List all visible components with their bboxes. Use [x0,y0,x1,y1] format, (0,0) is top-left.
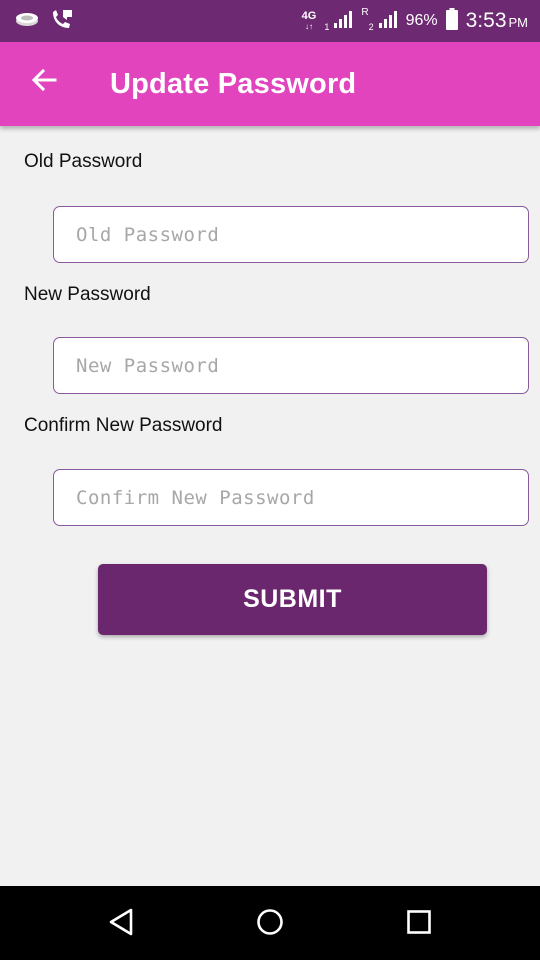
status-bar: 4G ↓↑ 1 R 2 96% 3:53 PM [0,0,540,42]
network-type-indicator: 4G ↓↑ [301,10,317,32]
network-arrows: ↓↑ [304,22,313,31]
signal-icon [333,9,353,34]
clock-ampm: PM [508,15,529,30]
recents-square-icon [406,909,432,940]
battery-icon [445,7,458,35]
new-password-label: New Password [24,284,151,305]
missed-call-icon [50,8,74,35]
app-bar: Update Password [0,42,540,126]
roaming-label: R [361,6,369,18]
back-button[interactable] [22,60,66,104]
sim-card-icon [14,10,40,33]
home-circle-icon [256,908,284,941]
screen: 4G ↓↑ 1 R 2 96% 3:53 PM Update Password … [0,0,540,960]
status-right-icons: 4G ↓↑ 1 R 2 96% 3:53 PM [302,6,528,36]
page-title: Update Password [110,68,357,100]
old-password-input[interactable] [53,206,529,263]
confirm-password-input[interactable] [53,469,529,526]
navigation-bar [0,886,540,960]
nav-back-button[interactable] [101,904,141,944]
clock: 3:53 PM [466,9,528,33]
battery-percent: 96% [405,12,438,29]
nav-recents-button[interactable] [399,904,439,944]
status-left-icons [14,9,74,33]
network-type: 4G [301,10,317,22]
arrow-left-icon [31,67,57,98]
sim2-label: 2 [368,22,374,32]
old-password-label: Old Password [24,151,143,172]
confirm-password-label: Confirm New Password [24,415,223,436]
new-password-input[interactable] [53,337,529,394]
back-triangle-icon [108,908,134,941]
submit-button[interactable]: SUBMIT [98,564,487,635]
clock-time: 3:53 [465,9,507,32]
signal-icon [378,9,398,34]
sim1-label: 1 [324,22,330,32]
nav-home-button[interactable] [250,904,290,944]
